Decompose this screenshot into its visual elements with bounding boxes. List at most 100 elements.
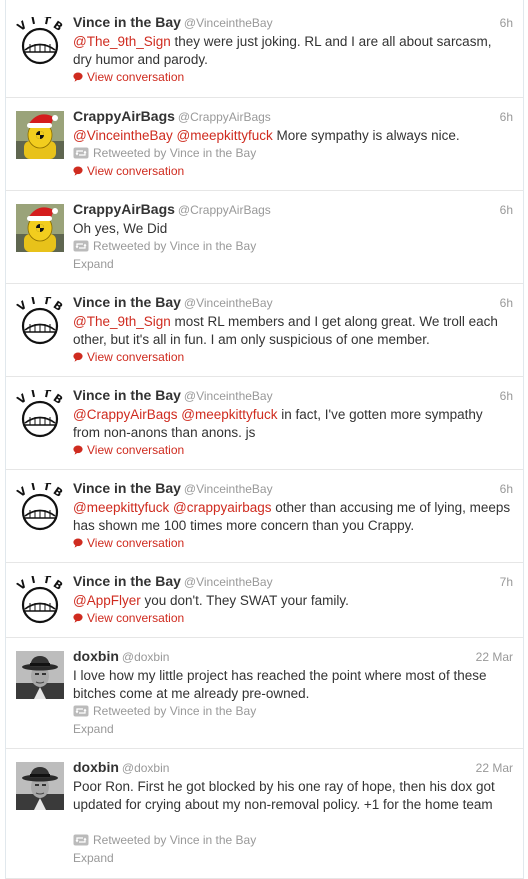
speech-bubble-icon — [73, 538, 83, 548]
speech-bubble-icon — [73, 613, 83, 623]
tweet-timestamp[interactable]: 22 Mar — [476, 650, 513, 664]
avatar[interactable] — [16, 111, 64, 159]
view-conversation-link[interactable]: View conversation — [73, 164, 184, 178]
vitb-logo-avatar[interactable]: VITB — [15, 13, 65, 65]
tweet-header: Vince in the Bay @VinceintheBay 6h — [73, 480, 513, 500]
author-name[interactable]: Vince in the Bay — [73, 573, 181, 589]
author-handle[interactable]: @VinceintheBay — [184, 389, 273, 403]
author-handle[interactable]: @VinceintheBay — [184, 296, 273, 310]
avatar[interactable] — [16, 762, 64, 810]
tweet-text: @CrappyAirBags @meepkittyfuck in fact, I… — [73, 406, 513, 442]
vitb-logo-avatar[interactable]: VITB — [15, 479, 65, 531]
author-handle[interactable]: @doxbin — [122, 650, 170, 664]
view-conversation-link[interactable]: View conversation — [73, 70, 184, 84]
tweet-timestamp[interactable]: 6h — [500, 296, 513, 310]
author-name[interactable]: Vince in the Bay — [73, 387, 181, 403]
view-conversation-link[interactable]: View conversation — [73, 350, 184, 364]
tweet-header: Vince in the Bay @VinceintheBay 6h — [73, 294, 513, 314]
author-handle[interactable]: @CrappyAirBags — [178, 110, 271, 124]
tweet-text-segment: I love how my little project has reached… — [73, 668, 487, 701]
view-conversation-link[interactable]: View conversation — [73, 611, 184, 625]
tweet-timestamp[interactable]: 6h — [500, 16, 513, 30]
avatar[interactable]: VITB — [15, 479, 65, 531]
mention-link[interactable]: @meepkittyfuck — [177, 128, 273, 143]
expand-link[interactable]: Expand — [73, 257, 114, 271]
mention-link[interactable]: @The_9th_Sign — [73, 34, 171, 49]
vitb-logo-avatar[interactable]: VITB — [15, 386, 65, 438]
expand-link[interactable]: Expand — [73, 851, 114, 865]
fedora-man-avatar[interactable] — [16, 651, 64, 699]
tweet-text: Poor Ron. First he got blocked by his on… — [73, 778, 513, 814]
mention-link[interactable]: @crappyairbags — [173, 500, 272, 515]
tweet-timestamp[interactable]: 7h — [500, 575, 513, 589]
tweet-item[interactable]: doxbin @doxbin 22 Mar Poor Ron. First he go… — [6, 749, 523, 879]
tweet-header: CrappyAirBags @CrappyAirBags 6h — [73, 108, 513, 128]
mention-link[interactable]: @meepkittyfuck — [73, 500, 169, 515]
author-handle[interactable]: @CrappyAirBags — [178, 203, 271, 217]
avatar[interactable] — [16, 204, 64, 252]
mention-link[interactable]: @meepkittyfuck — [181, 407, 277, 422]
author-name[interactable]: Vince in the Bay — [73, 294, 181, 310]
retweeted-by-text: Retweeted by Vince in the Bay — [93, 833, 257, 847]
retweeted-by-text: Retweeted by Vince in the Bay — [93, 146, 257, 160]
tweet-timestamp[interactable]: 6h — [500, 482, 513, 496]
tweet-header: CrappyAirBags @CrappyAirBags 6h — [73, 201, 513, 221]
tweet-item[interactable]: V I T B Vince in the Bay @VinceintheBay 6h @The… — [6, 284, 523, 377]
tweet-timestamp[interactable]: 6h — [500, 110, 513, 124]
tweet-item[interactable]: CrappyAirBags @CrappyAirBags 6h Oh yes, We … — [6, 191, 523, 284]
author-name[interactable]: CrappyAirBags — [73, 108, 175, 124]
tweet-timestamp[interactable]: 6h — [500, 203, 513, 217]
avatar[interactable]: VITB — [15, 386, 65, 438]
speech-bubble-icon — [73, 445, 83, 455]
author-handle[interactable]: @VinceintheBay — [184, 575, 273, 589]
mention-link[interactable]: @VinceintheBay — [73, 128, 173, 143]
tweet-item[interactable]: CrappyAirBags @CrappyAirBags 6h @Vinceinthe… — [6, 98, 523, 191]
author-name[interactable]: CrappyAirBags — [73, 201, 175, 217]
mention-link[interactable]: @CrappyAirBags — [73, 407, 178, 422]
retweeted-by-text: Retweeted by Vince in the Bay — [93, 704, 257, 718]
avatar[interactable] — [16, 651, 64, 699]
tweet-timestamp[interactable]: 6h — [500, 389, 513, 403]
author-name[interactable]: Vince in the Bay — [73, 14, 181, 30]
tweet-text: @AppFlyer you don't. They SWAT your fami… — [73, 592, 513, 610]
tweet-text-segment: you don't. They SWAT your family. — [140, 593, 349, 608]
tweet-item[interactable]: V I T B Vince in the Bay @VinceintheBay 6h @mee… — [6, 470, 523, 563]
tweet-text: Oh yes, We Did — [73, 220, 513, 238]
crash-dummy-avatar[interactable] — [16, 111, 64, 159]
expand-link[interactable]: Expand — [73, 722, 114, 736]
author-name[interactable]: Vince in the Bay — [73, 480, 181, 496]
avatar[interactable]: VITB — [15, 13, 65, 65]
avatar[interactable]: VITB — [15, 572, 65, 624]
tweet-header: doxbin @doxbin 22 Mar — [73, 759, 513, 779]
mention-link[interactable]: @The_9th_Sign — [73, 314, 171, 329]
view-conversation-label: View conversation — [87, 70, 185, 84]
author-handle[interactable]: @VinceintheBay — [184, 16, 273, 30]
tweet-text: @The_9th_Sign most RL members and I get … — [73, 313, 513, 349]
author-handle[interactable]: @doxbin — [122, 761, 170, 775]
fedora-man-avatar[interactable] — [16, 762, 64, 810]
vitb-logo-avatar[interactable]: VITB — [15, 572, 65, 624]
view-conversation-link[interactable]: View conversation — [73, 536, 184, 550]
author-name[interactable]: doxbin — [73, 648, 119, 664]
tweet-text: @VinceintheBay @meepkittyfuck More sympa… — [73, 127, 513, 145]
retweet-icon — [73, 705, 89, 717]
view-conversation-link[interactable]: View conversation — [73, 443, 184, 457]
view-conversation-label: View conversation — [87, 611, 185, 625]
mention-link[interactable]: @AppFlyer — [73, 593, 141, 608]
tweet-item[interactable]: V I T B Vince in the Bay @VinceintheBay 6h @Cra… — [6, 377, 523, 470]
author-handle[interactable]: @VinceintheBay — [184, 482, 273, 496]
speech-bubble-icon — [73, 72, 83, 82]
vitb-logo-avatar[interactable]: VITB — [15, 293, 65, 345]
retweeted-by-text: Retweeted by Vince in the Bay — [93, 239, 257, 253]
tweet-timeline[interactable]: V I T B Vince in the Bay @VinceintheBay 6h @The… — [5, 0, 524, 879]
tweet-timestamp[interactable]: 22 Mar — [476, 761, 513, 775]
tweet-item[interactable]: doxbin @doxbin 22 Mar I love how my little … — [6, 638, 523, 749]
tweet-text-segment: More sympathy is always nice. — [272, 128, 460, 143]
crash-dummy-avatar[interactable] — [16, 204, 64, 252]
avatar[interactable]: VITB — [15, 293, 65, 345]
tweet-item[interactable]: V I T B Vince in the Bay @VinceintheBay 6h @The… — [6, 4, 523, 98]
author-name[interactable]: doxbin — [73, 759, 119, 775]
tweet-item[interactable]: V I T B Vince in the Bay @VinceintheBay 7h @App… — [6, 563, 523, 638]
retweet-context: Retweeted by Vince in the Bay — [73, 833, 256, 847]
retweet-context: Retweeted by Vince in the Bay — [73, 704, 256, 718]
